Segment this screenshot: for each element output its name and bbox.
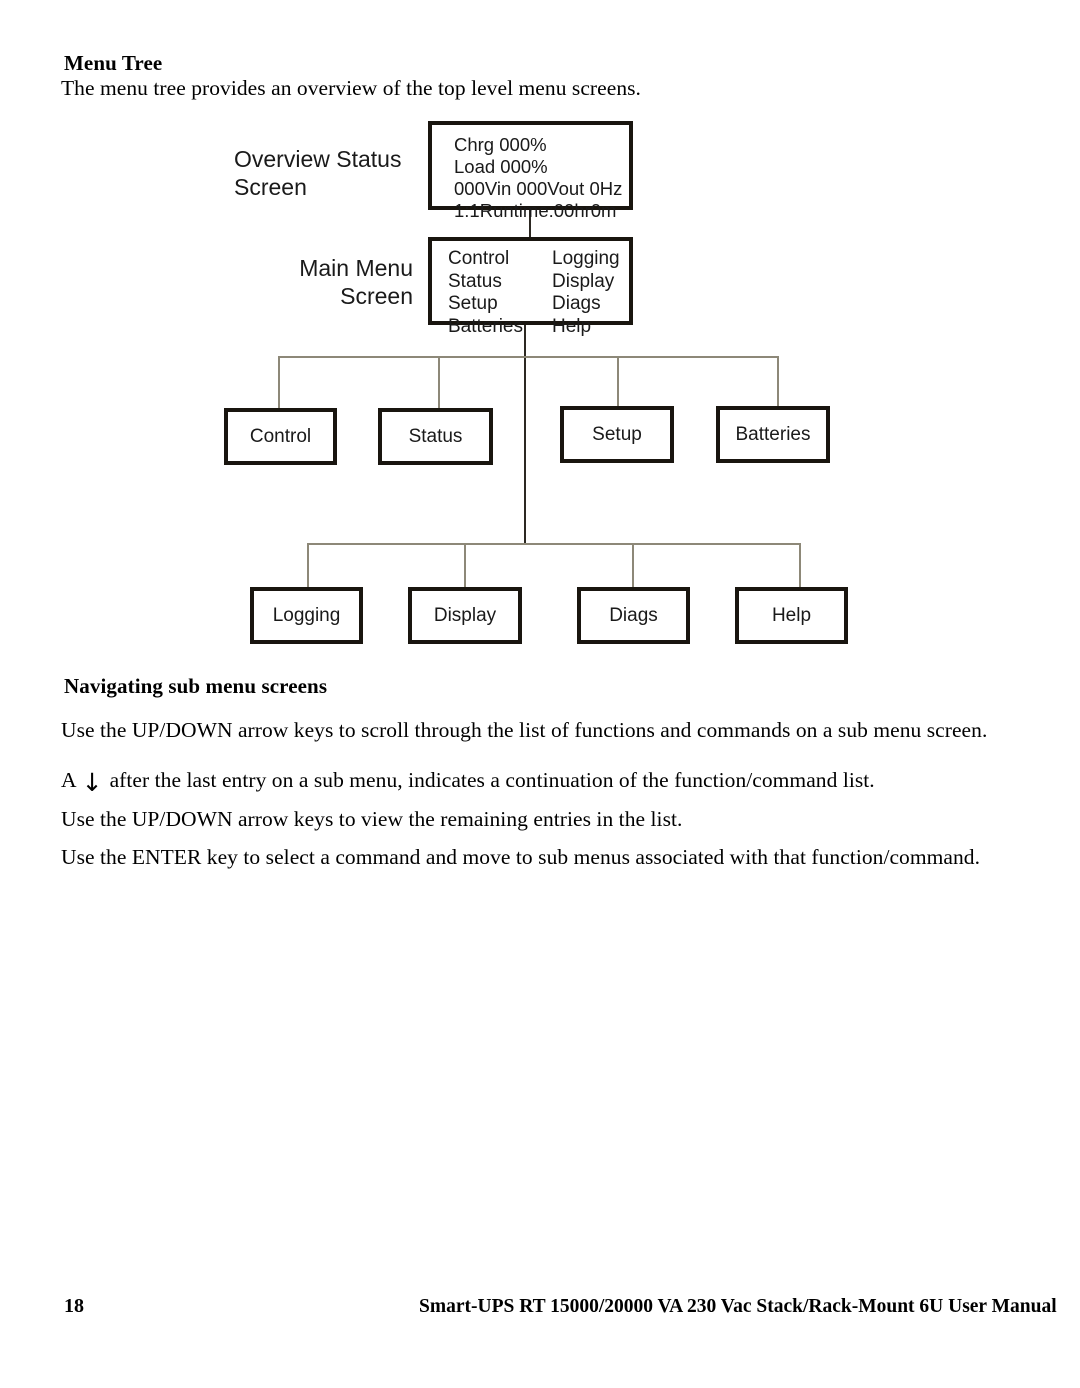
connector-drop-display: [464, 543, 466, 588]
menu-tree-diagram: Overview Status Screen Chrg 000% Load 00…: [0, 0, 1080, 700]
menu-box-control-label: Control: [249, 425, 312, 447]
main-menu-screen-text: Control Status Setup Batteries Logging D…: [448, 248, 620, 338]
navigating-paragraph-2-after: after the last entry on a sub menu, indi…: [109, 768, 875, 792]
navigating-paragraph-3: Use the UP/DOWN arrow keys to view the r…: [61, 807, 683, 831]
main-menu-item-logging: Logging: [552, 248, 620, 269]
main-menu-screen-label-line1: Main Menu: [299, 255, 413, 281]
connector-bar-row2: [307, 543, 801, 545]
connector-drop-logging: [307, 543, 309, 588]
connector-drop-help: [799, 543, 801, 588]
main-menu-screen-label-line2: Screen: [340, 283, 413, 309]
main-menu-item-diags: Diags: [552, 293, 601, 314]
menu-box-setup: Setup: [560, 406, 674, 463]
menu-box-help-label: Help: [771, 604, 812, 626]
main-menu-item-help: Help: [552, 315, 592, 337]
overview-status-screen-label-line2: Screen: [234, 174, 307, 200]
connector-drop-control: [278, 356, 280, 408]
menu-box-logging: Logging: [250, 587, 363, 644]
main-menu-screen-label: Main Menu Screen: [228, 254, 413, 310]
menu-box-help: Help: [735, 587, 848, 644]
navigating-paragraph-2-before: A: [61, 768, 77, 792]
main-menu-right-column: Logging Display Diags Help: [552, 248, 620, 338]
menu-box-status: Status: [378, 408, 493, 465]
menu-box-control: Control: [224, 408, 337, 465]
menu-box-status-label: Status: [408, 425, 463, 447]
main-menu-item-status: Status: [448, 270, 502, 292]
connector-bar-row1: [278, 356, 779, 358]
menu-box-display: Display: [408, 587, 522, 644]
overview-screen-line-load: Load 000%: [454, 156, 548, 177]
menu-box-display-label: Display: [433, 604, 497, 626]
overview-screen-line-voltage: 000Vin 000Vout 0Hz: [454, 178, 623, 199]
main-menu-left-column: Control Status Setup Batteries: [448, 248, 552, 338]
overview-status-screen-text: Chrg 000% Load 000% 000Vin 000Vout 0Hz 1…: [454, 134, 622, 222]
navigating-paragraph-2: A ↓ after the last entry on a sub menu, in…: [61, 768, 875, 797]
menu-box-batteries-label: Batteries: [735, 423, 811, 445]
navigating-paragraph-1: Use the UP/DOWN arrow keys to scroll thr…: [61, 718, 988, 742]
connector-drop-batteries: [777, 356, 779, 408]
connector-drop-setup: [617, 356, 619, 408]
overview-status-screen-box: Chrg 000% Load 000% 000Vin 000Vout 0Hz 1…: [428, 121, 633, 221]
menu-box-logging-label: Logging: [272, 604, 341, 626]
menu-box-diags: Diags: [577, 587, 690, 644]
document-page: Menu Tree The menu tree provides an over…: [0, 0, 1080, 1388]
main-menu-item-batteries: Batteries: [448, 315, 523, 337]
menu-box-diags-label: Diags: [609, 604, 658, 626]
footer-page-number: 18: [64, 1295, 84, 1317]
footer-manual-title: Smart-UPS RT 15000/20000 VA 230 Vac Stac…: [419, 1296, 1057, 1317]
overview-status-screen-label-line1: Overview Status: [234, 146, 402, 172]
connector-drop-status: [438, 356, 440, 408]
menu-box-batteries: Batteries: [716, 406, 830, 463]
navigating-heading: Navigating sub menu screens: [64, 674, 328, 698]
overview-screen-line-runtime: 1:1Runtime:00hr0m: [454, 200, 617, 221]
main-menu-item-display: Display: [552, 270, 615, 292]
overview-screen-line-chrg: Chrg 000%: [454, 134, 547, 155]
main-menu-screen-box: Control Status Setup Batteries Logging D…: [428, 237, 633, 337]
navigating-paragraph-4: Use the ENTER key to select a command an…: [61, 845, 981, 869]
main-menu-item-setup: Setup: [448, 293, 498, 314]
overview-status-screen-label: Overview Status Screen: [234, 145, 414, 201]
menu-box-setup-label: Setup: [592, 423, 642, 445]
main-menu-item-control: Control: [448, 248, 510, 269]
connector-drop-diags: [632, 543, 634, 588]
